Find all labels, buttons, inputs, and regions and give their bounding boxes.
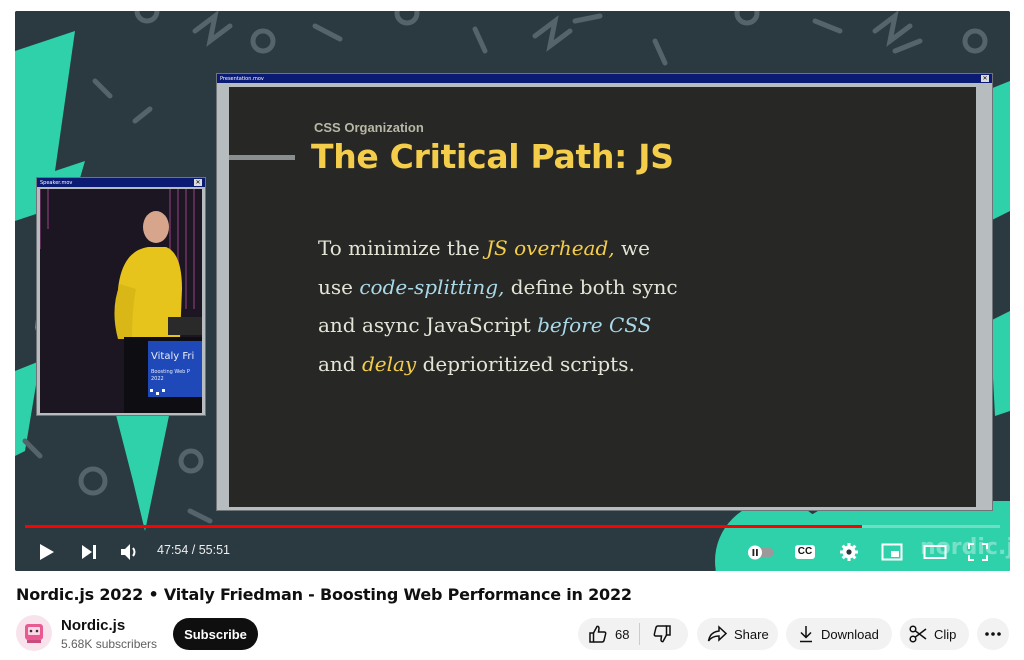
speaker-image: Vitaly Fri Boosting Web P 2022 (40, 189, 202, 413)
presentation-window-title: Presentation.mov (220, 75, 264, 82)
channel-name[interactable]: Nordic.js (61, 617, 125, 634)
clip-label: Clip (934, 626, 957, 642)
player-controls: 47:54 / 55:51 CC (15, 533, 1010, 571)
download-segment: Download (786, 618, 891, 650)
slide-text: and (318, 351, 362, 376)
podium-text: Boosting Web P (151, 369, 190, 375)
presentation-titlebar: Presentation.mov ✕ (217, 74, 992, 83)
video-player[interactable]: Presentation.mov ✕ CSS Organization The … (15, 11, 1010, 571)
close-icon: ✕ (981, 75, 989, 82)
settings-button[interactable] (836, 539, 862, 565)
subscriber-count: 5.68K subscribers (61, 637, 158, 651)
mute-button[interactable] (117, 539, 143, 565)
miniplayer-button[interactable] (879, 539, 905, 565)
slide-body: To minimize the JS overhead, we use code… (318, 229, 738, 383)
presentation-window: Presentation.mov ✕ CSS Organization The … (216, 73, 993, 511)
slide-emphasis: before CSS (537, 313, 652, 337)
slide-eyebrow: CSS Organization (314, 120, 424, 135)
progress-bar[interactable] (25, 525, 1000, 528)
clip-button[interactable]: Clip (900, 618, 969, 650)
dislike-button[interactable] (640, 618, 684, 650)
share-label: Share (734, 626, 769, 642)
more-icon (985, 632, 1001, 636)
captions-icon: CC (794, 545, 816, 559)
video-title: Nordic.js 2022 • Vitaly Friedman - Boost… (16, 585, 632, 604)
scissors-icon (909, 625, 927, 643)
theater-mode-button[interactable] (922, 539, 948, 565)
slide-line: and delay deprioritized scripts. (318, 345, 738, 384)
slide-line: and async JavaScript before CSS (318, 306, 738, 345)
autoplay-toggle-icon (748, 545, 774, 560)
download-label: Download (821, 626, 879, 642)
share-icon (707, 625, 727, 642)
channel-logo-icon (25, 624, 43, 643)
slide-text: use (318, 274, 360, 299)
speaker-video: Vitaly Fri Boosting Web P 2022 (40, 189, 202, 413)
play-button[interactable] (33, 539, 59, 565)
more-actions-button[interactable] (977, 618, 1009, 650)
fullscreen-button[interactable] (965, 539, 991, 565)
download-icon (800, 626, 812, 643)
slide-text: define both sync (504, 274, 678, 299)
slide-emphasis: JS overhead, (486, 236, 615, 260)
miniplayer-icon (881, 543, 903, 561)
share-segment: Share (697, 618, 781, 650)
download-button[interactable]: Download (786, 618, 892, 650)
next-icon (82, 545, 96, 559)
close-icon: ✕ (194, 179, 202, 186)
slide-emphasis: delay (361, 351, 417, 376)
like-count: 68 (615, 626, 630, 642)
like-dislike-group: 68 (578, 618, 688, 650)
slide-text: and async JavaScript (318, 313, 538, 337)
like-button[interactable]: 68 (578, 618, 639, 650)
theater-mode-icon (923, 545, 947, 559)
speaker-titlebar: Speaker.mov ✕ (37, 178, 205, 187)
thumbs-down-icon (654, 625, 672, 643)
captions-button[interactable]: CC (792, 539, 818, 565)
channel-avatar[interactable] (16, 615, 52, 651)
time-display: 47:54 / 55:51 (157, 543, 230, 557)
slide-headline: The Critical Path: JS (311, 137, 674, 176)
gear-icon (840, 543, 858, 561)
podium-text: Vitaly Fri (151, 351, 194, 362)
clip-segment: Clip (900, 618, 968, 650)
slide-line: To minimize the JS overhead, we (318, 229, 738, 268)
speaker-window: Speaker.mov ✕ Vitaly Fri Boosting Web P … (36, 177, 206, 416)
subscribe-button[interactable]: Subscribe (173, 618, 258, 650)
slide-divider (229, 155, 295, 160)
slide-emphasis: code-splitting, (359, 274, 505, 299)
share-button[interactable]: Share (697, 618, 778, 650)
fullscreen-icon (968, 543, 988, 561)
autoplay-toggle[interactable] (745, 539, 777, 565)
play-icon (40, 544, 54, 560)
speaker-window-title: Speaker.mov (40, 179, 73, 186)
next-button[interactable] (76, 539, 102, 565)
slide: CSS Organization The Critical Path: JS T… (229, 87, 976, 507)
progress-played (25, 525, 862, 528)
slide-text: deprioritized scripts. (416, 351, 635, 376)
podium-text: 2022 (151, 376, 164, 382)
thumbs-up-icon (589, 625, 607, 643)
slide-text: we (614, 236, 650, 260)
slide-text: To minimize the (318, 236, 487, 260)
slide-line: use code-splitting, define both sync (318, 268, 738, 307)
volume-icon (121, 544, 136, 560)
